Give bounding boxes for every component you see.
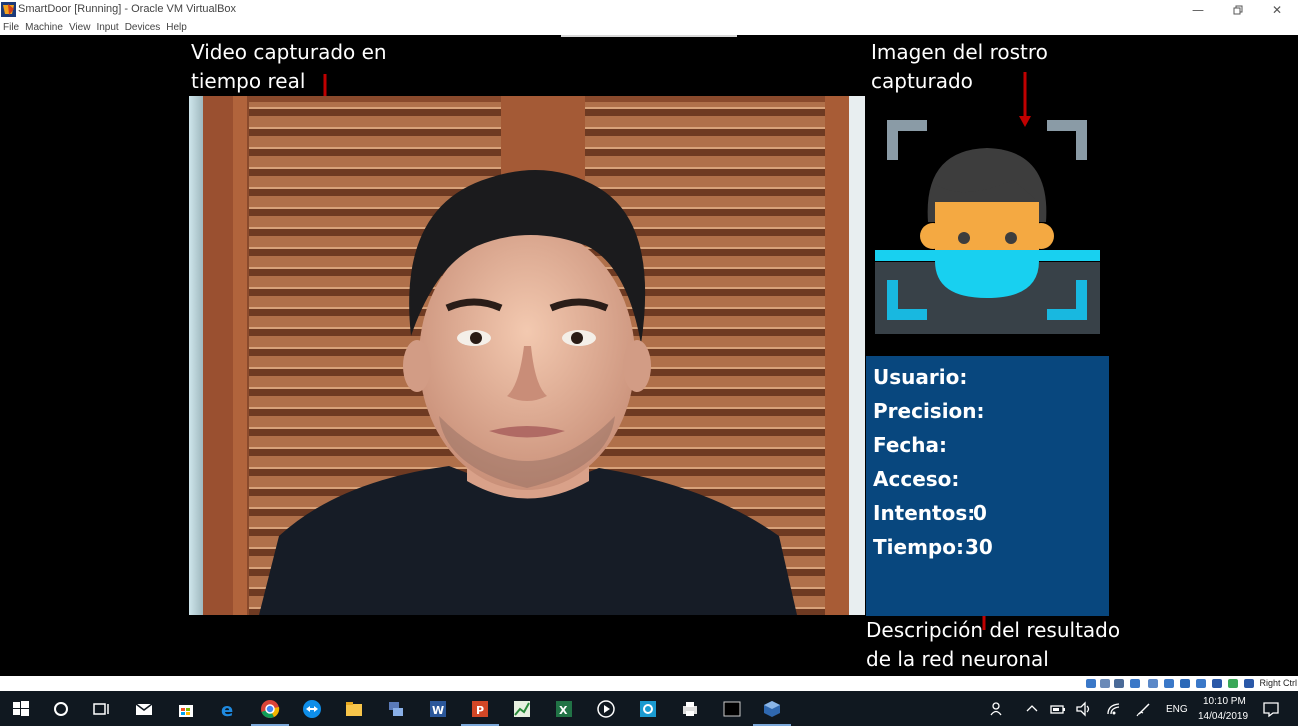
people-icon[interactable] xyxy=(988,699,1008,719)
usb-icon[interactable] xyxy=(1148,679,1158,688)
precision-label: Precision: xyxy=(873,399,985,423)
audio-icon[interactable] xyxy=(1114,679,1124,688)
svg-text:W: W xyxy=(432,704,444,717)
minimize-button[interactable]: — xyxy=(1183,1,1213,19)
annotation-description: Descripción del resultado de la red neur… xyxy=(866,618,1121,671)
mouse-integration-icon[interactable] xyxy=(1228,679,1238,688)
recording-icon[interactable] xyxy=(1196,679,1206,688)
menu-help[interactable]: Help xyxy=(166,22,187,33)
result-panel: Usuario: Precision: Fecha: Acceso: Inten… xyxy=(866,356,1109,616)
shared-folders-icon[interactable] xyxy=(1164,679,1174,688)
menu-machine[interactable]: Machine xyxy=(25,22,63,33)
file-explorer-icon[interactable] xyxy=(344,699,364,719)
chrome-icon[interactable] xyxy=(260,699,280,719)
acceso-label: Acceso: xyxy=(873,467,960,491)
menu-bar: File Machine View Input Devices Help xyxy=(0,20,1298,35)
battery-icon[interactable] xyxy=(1048,699,1068,719)
keyboard-icon[interactable] xyxy=(1244,679,1254,688)
excel-icon[interactable]: X xyxy=(554,699,574,719)
edge-icon[interactable]: e xyxy=(218,699,238,719)
taskbar: e W P X ENG 10:10 PM 14/04/2019 xyxy=(0,691,1298,726)
minimize-icon: — xyxy=(1192,3,1204,17)
optical-drive-icon[interactable] xyxy=(1100,679,1110,688)
start-windows-icon[interactable] xyxy=(11,699,31,719)
menu-input[interactable]: Input xyxy=(96,22,118,33)
svg-text:P: P xyxy=(476,704,484,717)
network-tool-icon[interactable] xyxy=(386,699,406,719)
cpu-icon[interactable] xyxy=(1212,679,1222,688)
face-scan-icon xyxy=(875,120,1100,334)
close-button[interactable]: ✕ xyxy=(1262,1,1292,19)
camera-frame-image xyxy=(189,96,865,615)
restore-button[interactable] xyxy=(1223,1,1253,19)
mail-icon[interactable] xyxy=(134,699,154,719)
vm-top-indicator xyxy=(561,35,737,37)
chevron-up-icon[interactable] xyxy=(1022,699,1042,719)
intentos-label: Intentos: xyxy=(873,501,976,525)
wifi-icon[interactable] xyxy=(1104,699,1124,719)
volume-icon[interactable] xyxy=(1074,699,1094,719)
captured-face-panel xyxy=(873,110,1101,336)
remote-desktop-icon[interactable] xyxy=(638,699,658,719)
host-key-label: Right Ctrl xyxy=(1259,678,1297,688)
tiempo-label: Tiempo: xyxy=(873,535,964,559)
clock-date[interactable]: 14/04/2019 xyxy=(1198,711,1248,722)
annotation-video: Video capturado en tiempo real xyxy=(191,40,387,93)
search-icon[interactable] xyxy=(51,699,71,719)
word-icon[interactable]: W xyxy=(428,699,448,719)
camera-feed xyxy=(189,96,865,615)
task-view-icon[interactable] xyxy=(91,699,111,719)
menu-devices[interactable]: Devices xyxy=(125,22,161,33)
menu-view[interactable]: View xyxy=(69,22,91,33)
menu-file[interactable]: File xyxy=(3,22,19,33)
teamviewer-icon[interactable] xyxy=(302,699,322,719)
restore-icon xyxy=(1233,5,1243,15)
close-icon: ✕ xyxy=(1271,3,1283,17)
title-bar: SmartDoor [Running] - Oracle VM VirtualB… xyxy=(0,0,1298,20)
display-icon[interactable] xyxy=(1180,679,1190,688)
usuario-label: Usuario: xyxy=(873,365,968,389)
svg-text:X: X xyxy=(559,704,568,717)
hard-disk-icon[interactable] xyxy=(1086,679,1096,688)
tiempo-value: 30 xyxy=(965,535,993,559)
powerpoint-icon[interactable]: P xyxy=(470,699,490,719)
printer-icon[interactable] xyxy=(680,699,700,719)
fecha-label: Fecha: xyxy=(873,433,948,457)
svg-text:e: e xyxy=(221,700,233,719)
graph-tool-icon[interactable] xyxy=(512,699,532,719)
notifications-icon[interactable] xyxy=(1261,699,1281,719)
virtualbox-icon xyxy=(1,2,16,17)
pen-icon[interactable] xyxy=(1134,699,1154,719)
store-icon[interactable] xyxy=(176,699,196,719)
network-icon[interactable] xyxy=(1130,679,1140,688)
media-player-icon[interactable] xyxy=(596,699,616,719)
virtualbox-icon[interactable] xyxy=(762,699,782,719)
intentos-value: 0 xyxy=(973,501,987,525)
terminal-icon[interactable] xyxy=(722,699,742,719)
window-title: SmartDoor [Running] - Oracle VM VirtualB… xyxy=(18,3,237,15)
language-indicator[interactable]: ENG xyxy=(1166,704,1188,715)
clock-time[interactable]: 10:10 PM xyxy=(1203,696,1246,707)
